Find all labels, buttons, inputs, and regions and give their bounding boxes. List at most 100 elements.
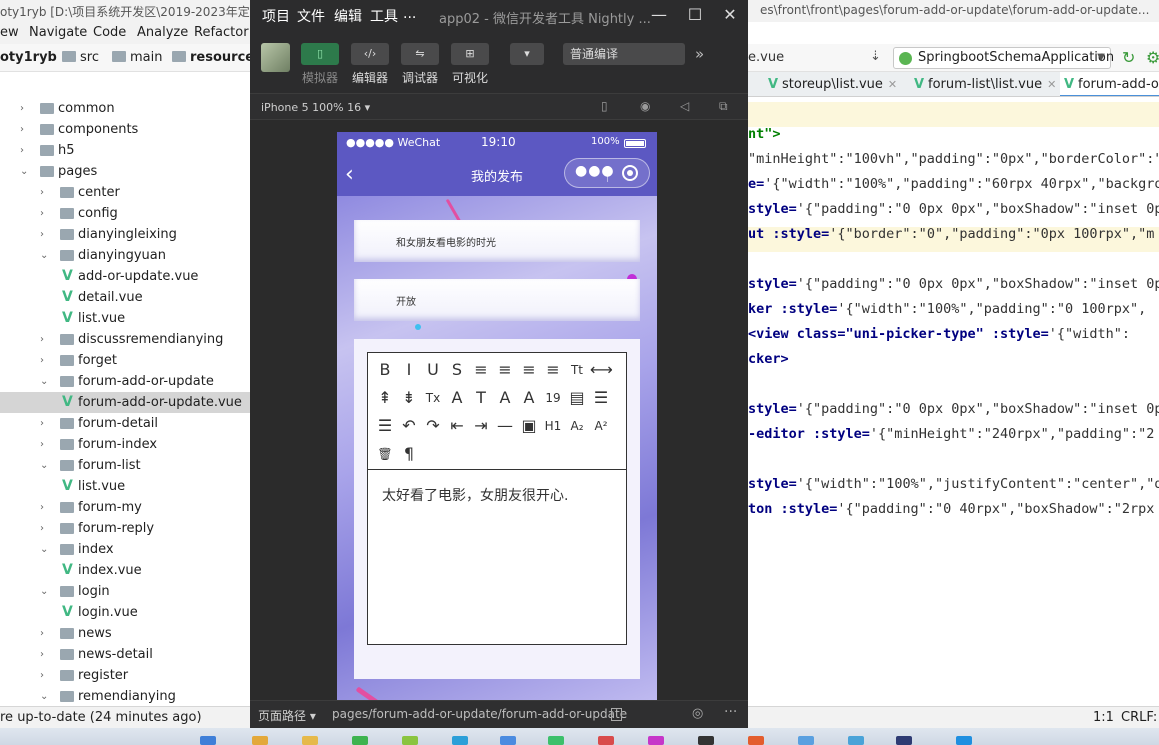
redo-icon[interactable]: ↷: [422, 415, 444, 437]
tree-folder[interactable]: › components: [0, 119, 250, 140]
debugger-toggle[interactable]: ⇋: [401, 43, 439, 65]
taskbar-app-icon[interactable]: [598, 736, 614, 745]
space-after-icon[interactable]: ⇟: [398, 387, 420, 409]
chevron-right-icon[interactable]: ›: [20, 140, 30, 161]
align-right-icon[interactable]: ≡: [518, 359, 540, 381]
code-editor[interactable]: nt"> "minHeight":"100vh","padding":"0px",…: [748, 97, 1159, 706]
wechat-icon[interactable]: [548, 736, 564, 745]
tree-folder[interactable]: › h5: [0, 140, 250, 161]
paragraph-icon[interactable]: ¶: [398, 443, 420, 465]
window-icon[interactable]: ⧉: [719, 99, 733, 113]
chevron-down-icon[interactable]: ⌄: [40, 371, 50, 392]
taskbar-app-icon[interactable]: [402, 736, 418, 745]
tree-file[interactable]: Vadd-or-update.vue: [0, 266, 250, 287]
editor-toggle[interactable]: ‹/›: [351, 43, 389, 65]
avatar[interactable]: [261, 43, 290, 72]
menu-analyze[interactable]: Analyze: [137, 25, 188, 40]
taskbar-app-icon[interactable]: [500, 736, 516, 745]
maximize-icon[interactable]: ☐: [682, 3, 708, 27]
breadcrumb-main[interactable]: main: [112, 50, 162, 65]
taskbar-app-icon[interactable]: [252, 736, 268, 745]
align-left-icon[interactable]: ≡: [470, 359, 492, 381]
tree-file[interactable]: Vforum-add-or-update.vue: [0, 392, 250, 413]
tree-file[interactable]: Vdetail.vue: [0, 287, 250, 308]
tree-folder[interactable]: › register: [0, 665, 250, 686]
tray-icon[interactable]: [956, 736, 972, 745]
outdent-icon[interactable]: ⇤: [446, 415, 468, 437]
tree-folder[interactable]: ⌄ login: [0, 581, 250, 602]
chevron-down-icon[interactable]: ⌄: [40, 581, 50, 602]
tree-folder[interactable]: ⌄ dianyingyuan: [0, 245, 250, 266]
title-input[interactable]: 和女朋友看电影的时光: [354, 220, 640, 262]
terminal-icon[interactable]: [698, 736, 714, 745]
tree-folder[interactable]: › forum-detail: [0, 413, 250, 434]
strikethrough-icon[interactable]: S: [446, 359, 468, 381]
bold-icon[interactable]: B: [374, 359, 396, 381]
delete-icon[interactable]: 🗑: [374, 443, 396, 465]
taskbar-app-icon[interactable]: [748, 736, 764, 745]
superscript-icon[interactable]: A²: [590, 415, 612, 437]
menu-file[interactable]: 文件: [297, 6, 325, 26]
chevron-right-icon[interactable]: ›: [40, 434, 50, 455]
tree-folder[interactable]: › common: [0, 98, 250, 119]
bullet-list-icon[interactable]: ☰: [374, 415, 396, 437]
tree-folder[interactable]: › config: [0, 203, 250, 224]
visual-toggle[interactable]: ⊞: [451, 43, 489, 65]
volume-icon[interactable]: ◁: [680, 99, 694, 113]
page-path-dropdown[interactable]: 页面路径 ▾: [258, 707, 316, 724]
breadcrumb-resources[interactable]: resources: [172, 50, 262, 65]
device-select[interactable]: iPhone 5 100% 16 ▾: [261, 101, 370, 114]
chevron-down-icon[interactable]: ⌄: [40, 455, 50, 476]
tree-file[interactable]: Vlogin.vue: [0, 602, 250, 623]
subscript-icon[interactable]: A₂: [566, 415, 588, 437]
chevron-right-icon[interactable]: ›: [40, 497, 50, 518]
tree-folder[interactable]: › forum-index: [0, 434, 250, 455]
background-color-icon[interactable]: A: [518, 387, 540, 409]
image-list-icon[interactable]: ▤: [566, 387, 588, 409]
clear-format-icon[interactable]: Tx: [422, 387, 444, 409]
tree-folder[interactable]: ⌄ remendianying: [0, 686, 250, 706]
compile-mode-select[interactable]: 普通编译: [563, 43, 685, 65]
chevron-right-icon[interactable]: ›: [40, 413, 50, 434]
debug-icon[interactable]: ⚙: [1146, 48, 1159, 67]
chevron-right-icon[interactable]: ›: [40, 665, 50, 686]
date-icon[interactable]: 19: [542, 387, 564, 409]
intellij-icon[interactable]: [896, 736, 912, 745]
editor-content[interactable]: 太好看了电影，女朋友很开心.: [382, 485, 568, 505]
cursor-position[interactable]: 1:1: [1093, 710, 1114, 725]
chevron-down-icon[interactable]: ⌄: [40, 686, 50, 706]
font-size-icon[interactable]: Tt: [566, 359, 588, 381]
tree-folder[interactable]: ⌄ forum-list: [0, 455, 250, 476]
menu-view[interactable]: ew: [0, 25, 19, 40]
undo-icon[interactable]: ↶: [398, 415, 420, 437]
tree-folder[interactable]: › dianyingleixing: [0, 224, 250, 245]
tree-folder[interactable]: › forget: [0, 350, 250, 371]
menu-navigate[interactable]: Navigate: [29, 25, 87, 40]
tree-folder[interactable]: › forum-my: [0, 497, 250, 518]
indent-icon[interactable]: ⇥: [470, 415, 492, 437]
run-config-select[interactable]: SpringbootSchemaApplication ▼: [893, 47, 1114, 69]
close-icon[interactable]: ✕: [1047, 78, 1056, 91]
text-size-icon[interactable]: T: [470, 387, 492, 409]
chevron-right-icon[interactable]: ›: [40, 329, 50, 350]
taskbar-app-icon[interactable]: [798, 736, 814, 745]
chevron-right-icon[interactable]: ›: [40, 623, 50, 644]
menu-refactor[interactable]: Refactor: [194, 25, 249, 40]
chevron-right-icon[interactable]: ›: [40, 182, 50, 203]
tree-folder[interactable]: ⌄ pages: [0, 161, 250, 182]
chevron-right-icon[interactable]: ›: [40, 224, 50, 245]
more-icon[interactable]: ●●●: [575, 163, 615, 179]
chevron-down-icon[interactable]: ⌄: [40, 539, 50, 560]
build-icon[interactable]: ⇣: [870, 49, 881, 64]
more-icon[interactable]: »: [695, 45, 704, 63]
close-icon[interactable]: ✕: [717, 3, 743, 27]
menu-project[interactable]: 项目: [262, 6, 290, 26]
taskbar-app-icon[interactable]: [648, 736, 664, 745]
tree-folder[interactable]: ⌄ index: [0, 539, 250, 560]
tree-folder[interactable]: › news-detail: [0, 644, 250, 665]
more-icon[interactable]: ···: [724, 704, 737, 720]
tree-file[interactable]: Vlist.vue: [0, 308, 250, 329]
menu-more[interactable]: ...: [403, 6, 416, 22]
image-icon[interactable]: ▣: [518, 415, 540, 437]
divider-icon[interactable]: —: [494, 415, 516, 437]
